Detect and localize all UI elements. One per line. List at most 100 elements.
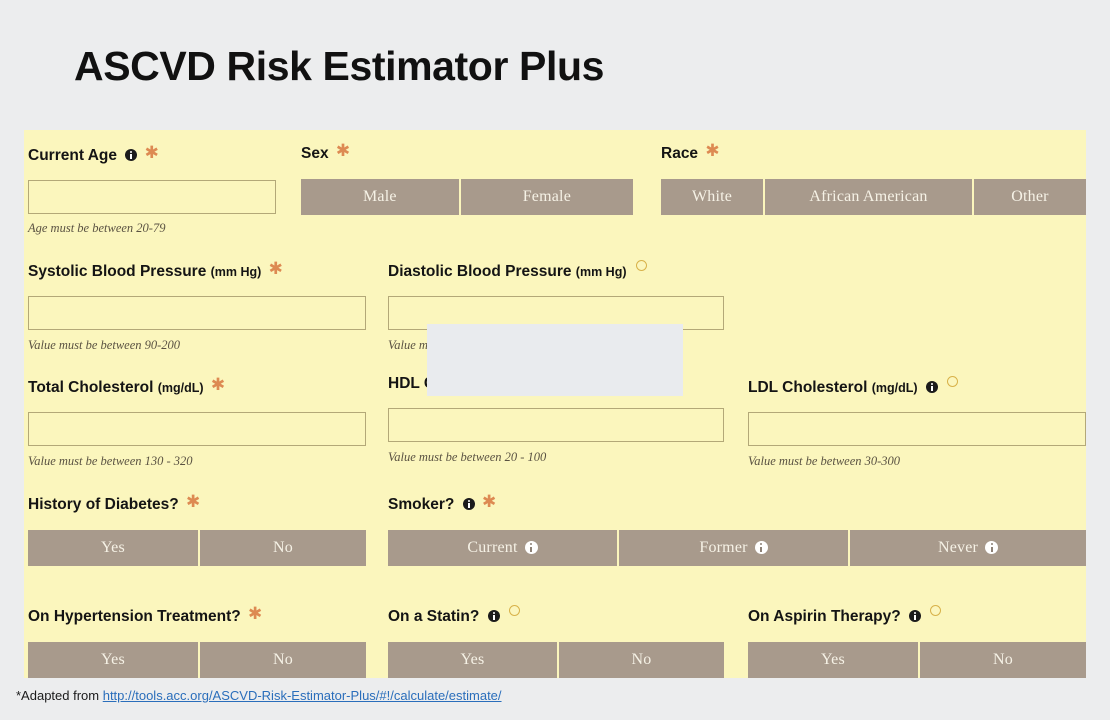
ldl-cholesterol-label-text: LDL Cholesterol	[748, 379, 868, 396]
current-age-label: Current Age ✱	[28, 144, 276, 164]
info-icon[interactable]	[524, 541, 538, 554]
smoker-option-never-label: Never	[937, 538, 979, 556]
grey-overlay-box	[427, 324, 683, 396]
info-icon[interactable]	[487, 610, 500, 622]
aspirin-option-no[interactable]: No	[919, 641, 1087, 678]
current-age-input[interactable]	[28, 179, 276, 214]
sex-button-group: Male Female	[301, 178, 634, 215]
field-current-age: Current Age ✱ Age must be between 20-79	[28, 144, 276, 234]
systolic-bp-input[interactable]	[28, 295, 366, 330]
required-asterisk: ✱	[268, 259, 283, 278]
total-cholesterol-label-text: Total Cholesterol	[28, 379, 154, 396]
field-race: Race ✱ White African American Other	[661, 142, 1086, 215]
statin-option-no[interactable]: No	[558, 641, 725, 678]
field-smoker: Smoker? ✱ Current Former Never	[388, 493, 1086, 566]
ascvd-form-panel: Current Age ✱ Age must be between 20-79 …	[24, 130, 1087, 678]
sex-option-male[interactable]: Male	[301, 178, 461, 215]
field-statin: On a Statin? Yes No	[388, 605, 725, 678]
statin-label: On a Statin?	[388, 605, 724, 625]
smoker-label: Smoker? ✱	[388, 493, 1086, 513]
hypertension-treatment-label: On Hypertension Treatment? ✱	[28, 605, 366, 625]
systolic-bp-helper: Value must be between 90-200	[28, 337, 181, 352]
hypertension-treatment-label-text: On Hypertension Treatment?	[28, 608, 241, 625]
statin-button-group: Yes No	[388, 641, 725, 678]
field-ldl-cholesterol: LDL Cholesterol (mg/dL) Value must be be…	[748, 376, 1086, 467]
systolic-bp-label-text: Systolic Blood Pressure	[28, 263, 207, 280]
systolic-bp-unit: (mm Hg)	[210, 265, 262, 279]
statin-label-text: On a Statin?	[388, 608, 480, 625]
hdl-cholesterol-input[interactable]	[388, 407, 724, 442]
statin-option-yes[interactable]: Yes	[388, 641, 559, 678]
ldl-cholesterol-unit: (mg/dL)	[871, 381, 918, 395]
race-option-african-american[interactable]: African American	[765, 178, 974, 215]
ldl-cholesterol-label: LDL Cholesterol (mg/dL)	[748, 376, 1086, 396]
smoker-option-former[interactable]: Former	[619, 529, 850, 566]
ldl-cholesterol-helper: Value must be between 30-300	[748, 453, 901, 468]
footer-attribution: *Adapted from http://tools.acc.org/ASCVD…	[16, 688, 502, 703]
race-option-white[interactable]: White	[661, 178, 765, 215]
diabetes-label: History of Diabetes? ✱	[28, 493, 366, 513]
optional-circle-marker	[947, 376, 959, 387]
smoker-label-text: Smoker?	[388, 496, 455, 513]
footer-prefix: *Adapted from	[16, 688, 103, 703]
diabetes-option-no[interactable]: No	[199, 529, 367, 566]
ldl-cholesterol-input[interactable]	[748, 411, 1086, 446]
smoker-option-former-label: Former	[699, 538, 748, 556]
field-systolic-bp: Systolic Blood Pressure (mm Hg) ✱ Value …	[28, 260, 366, 351]
field-total-cholesterol: Total Cholesterol (mg/dL) ✱ Value must b…	[28, 376, 366, 467]
hypertension-treatment-option-yes[interactable]: Yes	[28, 641, 200, 678]
required-asterisk: ✱	[248, 604, 263, 623]
required-asterisk: ✱	[186, 492, 201, 511]
optional-circle-marker	[930, 605, 942, 616]
hypertension-treatment-button-group: Yes No	[28, 641, 367, 678]
total-cholesterol-label: Total Cholesterol (mg/dL) ✱	[28, 376, 366, 396]
info-icon[interactable]	[985, 541, 999, 554]
diastolic-bp-label: Diastolic Blood Pressure (mm Hg)	[388, 260, 724, 280]
sex-label-text: Sex	[301, 145, 329, 162]
field-sex: Sex ✱ Male Female	[301, 142, 634, 215]
diabetes-label-text: History of Diabetes?	[28, 496, 179, 513]
optional-circle-marker	[635, 260, 647, 271]
race-button-group: White African American Other	[661, 178, 1086, 215]
aspirin-option-yes[interactable]: Yes	[748, 641, 920, 678]
current-age-label-text: Current Age	[28, 147, 117, 164]
smoker-option-never[interactable]: Never	[850, 529, 1086, 566]
smoker-option-current-label: Current	[467, 538, 518, 556]
diabetes-option-yes[interactable]: Yes	[28, 529, 200, 566]
required-asterisk: ✱	[335, 141, 351, 160]
sex-option-female[interactable]: Female	[460, 178, 634, 215]
diastolic-bp-label-text: Diastolic Blood Pressure	[388, 263, 572, 280]
aspirin-label: On Aspirin Therapy?	[748, 605, 1086, 625]
aspirin-button-group: Yes No	[748, 641, 1087, 678]
total-cholesterol-unit: (mg/dL)	[157, 381, 204, 395]
race-option-other[interactable]: Other	[974, 178, 1086, 215]
info-icon[interactable]	[925, 381, 938, 393]
smoker-option-current[interactable]: Current	[388, 529, 619, 566]
field-aspirin: On Aspirin Therapy? Yes No	[748, 605, 1087, 678]
total-cholesterol-input[interactable]	[28, 411, 366, 446]
sex-label: Sex ✱	[301, 142, 633, 162]
race-label-text: Race	[661, 145, 699, 162]
aspirin-label-text: On Aspirin Therapy?	[748, 608, 901, 625]
required-asterisk: ✱	[705, 141, 720, 160]
diastolic-bp-unit: (mm Hg)	[575, 265, 627, 279]
optional-circle-marker	[508, 605, 520, 616]
field-diabetes: History of Diabetes? ✱ Yes No	[28, 493, 367, 566]
required-asterisk: ✱	[210, 375, 226, 394]
hdl-cholesterol-helper: Value must be between 20 - 100	[388, 449, 547, 464]
total-cholesterol-helper: Value must be between 130 - 320	[28, 453, 193, 468]
required-asterisk: ✱	[144, 143, 159, 162]
source-link[interactable]: http://tools.acc.org/ASCVD-Risk-Estimato…	[103, 688, 502, 703]
page-title: ASCVD Risk Estimator Plus	[74, 43, 604, 89]
smoker-button-group: Current Former Never	[388, 529, 1086, 566]
info-icon[interactable]	[462, 498, 475, 510]
required-asterisk: ✱	[481, 492, 497, 511]
info-icon[interactable]	[909, 610, 922, 622]
hypertension-treatment-option-no[interactable]: No	[199, 641, 367, 678]
info-icon[interactable]	[754, 541, 768, 554]
race-label: Race ✱	[661, 142, 1086, 162]
current-age-helper: Age must be between 20-79	[28, 220, 166, 235]
systolic-bp-label: Systolic Blood Pressure (mm Hg) ✱	[28, 260, 366, 280]
info-icon[interactable]	[125, 149, 138, 161]
diabetes-button-group: Yes No	[28, 529, 367, 566]
